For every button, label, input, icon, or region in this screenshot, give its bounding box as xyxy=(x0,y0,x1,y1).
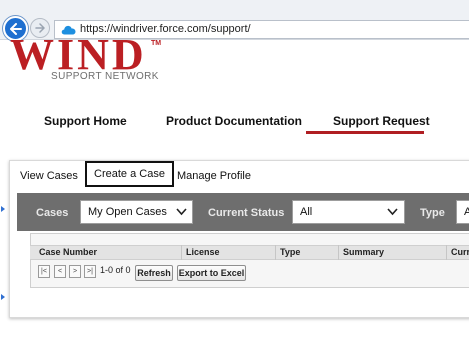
column-case-number[interactable]: Case Number xyxy=(39,247,97,257)
last-page-label: >| xyxy=(87,268,93,275)
column-divider xyxy=(446,245,447,260)
collapse-arrow-icon[interactable] xyxy=(1,294,5,300)
prev-page-button[interactable]: < xyxy=(54,265,66,278)
nav-support-home[interactable]: Support Home xyxy=(44,114,127,128)
cases-select[interactable]: My Open Cases xyxy=(80,200,193,224)
prev-page-label: < xyxy=(57,268,63,275)
column-license[interactable]: License xyxy=(186,247,220,257)
status-select[interactable]: All xyxy=(292,200,405,224)
column-summary[interactable]: Summary xyxy=(343,247,384,257)
tab-manage-profile[interactable]: Manage Profile xyxy=(177,170,251,182)
column-divider xyxy=(181,245,182,260)
tab-view-cases[interactable]: View Cases xyxy=(20,170,78,182)
logo-subtitle: SUPPORT NETWORK xyxy=(51,71,159,82)
nav-product-documentation[interactable]: Product Documentation xyxy=(166,114,302,128)
cases-select-value: My Open Cases xyxy=(88,206,167,218)
column-current-status[interactable]: Curr xyxy=(451,247,469,257)
collapse-arrow-icon[interactable] xyxy=(1,206,5,212)
export-label: Export to Excel xyxy=(178,268,245,278)
cases-filter-label: Cases xyxy=(36,207,69,219)
status-select-value: All xyxy=(300,206,313,218)
pager-range-text: 1-0 of 0 xyxy=(100,265,131,275)
chevron-down-icon xyxy=(176,208,187,216)
refresh-label: Refresh xyxy=(137,268,171,278)
column-divider xyxy=(275,245,276,260)
export-to-excel-button[interactable]: Export to Excel xyxy=(177,265,246,281)
next-page-label: > xyxy=(72,268,78,275)
active-nav-underline xyxy=(306,131,424,134)
first-page-label: |< xyxy=(41,268,47,275)
refresh-button[interactable]: Refresh xyxy=(135,265,173,281)
chevron-down-icon xyxy=(387,208,398,216)
nav-support-request[interactable]: Support Request xyxy=(333,114,430,128)
logo-trademark: TM xyxy=(151,40,162,47)
status-filter-label: Current Status xyxy=(208,207,285,219)
cases-grid xyxy=(30,233,469,288)
type-filter-label: Type xyxy=(420,207,445,219)
last-page-button[interactable]: >| xyxy=(84,265,96,278)
wind-river-logo: WIND TM SUPPORT NETWORK xyxy=(6,33,176,87)
column-type[interactable]: Type xyxy=(280,247,300,257)
tab-create-a-case[interactable]: Create a Case xyxy=(85,161,174,187)
type-select[interactable]: A xyxy=(456,200,469,224)
tab-create-a-case-label: Create a Case xyxy=(94,168,165,180)
first-page-button[interactable]: |< xyxy=(38,265,50,278)
next-page-button[interactable]: > xyxy=(69,265,81,278)
type-select-value: A xyxy=(464,206,469,218)
column-divider xyxy=(338,245,339,260)
